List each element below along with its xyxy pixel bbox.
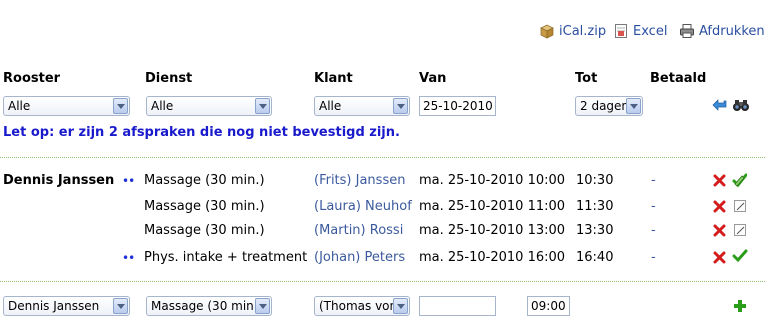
appointment-paid: - [651,223,656,238]
header-tot: Tot [575,71,598,86]
appointment-paid: - [651,173,656,188]
header-van: Van [419,71,447,86]
appointment-to: 10:30 [576,173,614,188]
appointment-client-link[interactable]: (Johan) Peters [314,250,405,265]
new-service-select[interactable]: Massage (30 min.) [146,296,272,316]
ical-export-link[interactable]: iCal.zip [539,21,606,41]
new-time-input[interactable]: 09:00 [527,296,570,316]
appointment-from: ma. 25-10-2010 13:00 [419,223,566,238]
excel-export-link[interactable]: Excel [613,21,667,41]
delete-x-icon[interactable] [713,200,726,217]
separator [0,157,765,158]
dienst-select[interactable]: Alle [146,96,272,116]
confirm-edit-icon[interactable] [731,172,748,192]
appointment-to: 16:40 [576,250,614,265]
appointment-paid: - [651,199,656,214]
chevron-down-icon [113,298,128,314]
appointment-service: Massage (30 min.) [144,223,265,238]
excel-icon [613,23,629,39]
separator [0,281,765,282]
appointment-to: 11:30 [576,199,614,214]
appointment-client-link[interactable]: (Frits) Janssen [314,173,405,188]
delete-x-icon[interactable] [713,224,726,241]
appointment-client-link[interactable]: (Martin) Rossi [314,223,403,238]
new-client-select[interactable]: (Thomas von [314,296,410,316]
tot-select[interactable]: 2 dagen [575,96,643,116]
header-rooster: Rooster [3,71,61,86]
print-label: Afdrukken [699,23,765,39]
appointment-service: Massage (30 min.) [144,199,265,214]
appointment-to: 13:30 [576,223,614,238]
unconfirmed-marker: •• [122,251,135,265]
printer-icon [679,23,695,39]
print-link[interactable]: Afdrukken [679,21,765,41]
excel-label: Excel [633,23,668,39]
new-date-input[interactable] [419,296,496,316]
rooster-select[interactable]: Alle [3,96,130,116]
chevron-down-icon [113,98,128,114]
appointment-from: ma. 25-10-2010 10:00 [419,173,566,188]
unconfirmed-marker: •• [122,174,135,188]
checkmark-icon[interactable] [732,249,748,267]
chevron-down-icon [255,298,270,314]
edit-pencil-icon[interactable] [733,199,747,217]
appointment-service: Massage (30 min.) [144,173,265,188]
appointment-paid: - [651,250,656,265]
chevron-down-icon [393,98,408,114]
appointment-client-link[interactable]: (Laura) Neuhof [314,199,412,214]
chevron-down-icon [393,298,408,314]
new-employee-select[interactable]: Dennis Janssen [3,296,130,316]
klant-select[interactable]: Alle [314,96,410,116]
header-betaald: Betaald [650,71,707,86]
add-plus-icon[interactable] [732,298,748,318]
package-icon [539,23,555,39]
appointment-from: ma. 25-10-2010 16:00 [419,250,566,265]
delete-x-icon[interactable] [713,174,726,191]
ical-label: iCal.zip [559,23,607,39]
header-dienst: Dienst [145,71,193,86]
appointment-from: ma. 25-10-2010 11:00 [419,199,566,214]
appointment-service: Phys. intake + treatment [144,250,308,265]
chevron-down-icon [626,98,641,114]
unconfirmed-warning: Let op: er zijn 2 afspraken die nog niet… [3,125,400,140]
header-klant: Klant [314,71,353,86]
delete-x-icon[interactable] [713,251,726,268]
binoculars-icon[interactable] [732,97,750,117]
back-arrow-icon[interactable] [712,97,728,117]
chevron-down-icon [255,98,270,114]
employee-name: Dennis Janssen [3,173,115,188]
van-date-input[interactable]: 25-10-2010 [419,96,496,116]
edit-pencil-icon[interactable] [733,223,747,241]
